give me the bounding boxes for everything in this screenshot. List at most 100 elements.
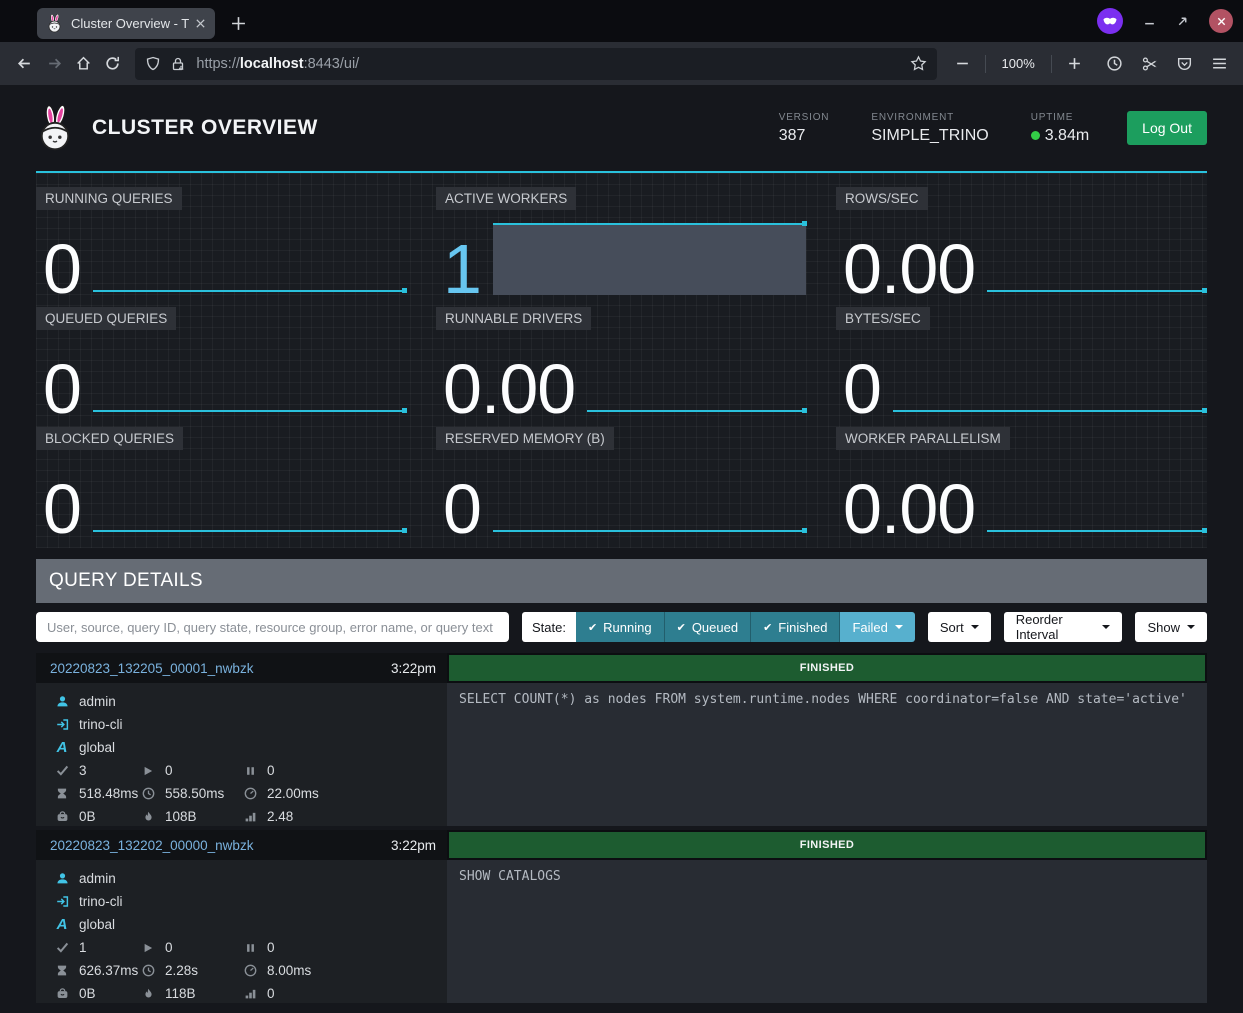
version-label: VERSION [779, 112, 830, 123]
metric-tile: ACTIVE WORKERS 1 [436, 187, 807, 298]
cpu-time: 8.00ms [267, 963, 311, 978]
user-icon [54, 872, 70, 885]
home-button[interactable] [71, 49, 96, 79]
query-id-link[interactable]: 20220823_132205_00001_nwbzk [50, 661, 253, 676]
close-button[interactable] [1209, 9, 1233, 33]
state-filter-group: State: ✔Running ✔Queued ✔Finished Failed [522, 612, 915, 642]
query-time: 3:22pm [391, 838, 436, 853]
query-id-link[interactable]: 20220823_132202_00000_nwbzk [50, 838, 253, 853]
tile-value: 1 [443, 244, 481, 295]
completed-splits-icon [54, 941, 70, 954]
reload-button[interactable] [100, 49, 125, 79]
tile-label: RUNNING QUERIES [36, 187, 182, 210]
query-status-strip: FINISHED [447, 653, 1207, 683]
resource-group-icon [54, 739, 70, 756]
back-button[interactable] [12, 49, 37, 79]
query-status-badge: FINISHED [449, 655, 1205, 681]
running-splits-icon [140, 942, 156, 954]
tile-sparkline [987, 530, 1206, 532]
browser-titlebar: Cluster Overview - Trino [0, 0, 1243, 42]
tiles-grid: RUNNING QUERIES 0 ACTIVE WORKERS 1 ROWS/… [36, 187, 1207, 538]
query-list: 20220823_132205_00001_nwbzk 3:22pm admin… [36, 653, 1207, 1003]
environment-label: ENVIRONMENT [871, 112, 988, 123]
zoom-level[interactable]: 100% [996, 56, 1041, 71]
trino-page: CLUSTER OVERVIEW VERSION 387 ENVIRONMENT… [0, 85, 1243, 1013]
check-icon: ✔ [677, 621, 686, 634]
page-header: CLUSTER OVERVIEW VERSION 387 ENVIRONMENT… [36, 85, 1207, 173]
tile-label: WORKER PARALLELISM [836, 427, 1010, 450]
chevron-down-icon [895, 625, 903, 629]
reorder-interval-button[interactable]: Reorder Interval [1004, 612, 1123, 642]
browser-window: Cluster Overview - Trino [0, 0, 1243, 1013]
history-icon[interactable] [1103, 49, 1127, 79]
brand: CLUSTER OVERVIEW [36, 105, 318, 151]
screenshot-scissors-icon[interactable] [1138, 49, 1162, 79]
tile-label: BLOCKED QUERIES [36, 427, 183, 450]
state-filter-label: State: [522, 612, 576, 642]
metric-tile: RUNNABLE DRIVERS 0.00 [436, 307, 807, 418]
tile-label: ROWS/SEC [836, 187, 928, 210]
tile-value: 0.00 [843, 484, 975, 535]
state-filter-running[interactable]: ✔Running [576, 612, 665, 642]
metric-tile: RUNNING QUERIES 0 [36, 187, 407, 298]
url-bar[interactable]: https://localhost:8443/ui/ [135, 48, 937, 80]
resource-group-icon [54, 916, 70, 933]
queued-splits-icon [242, 942, 258, 954]
tile-sparkline [987, 290, 1206, 292]
source-sign-in-icon [54, 718, 70, 731]
query-status-strip: FINISHED [447, 830, 1207, 860]
sort-button[interactable]: Sort [928, 612, 991, 642]
wall-time: 626.37ms [79, 963, 138, 978]
tile-value: 0 [843, 364, 881, 415]
new-tab-button[interactable] [231, 16, 246, 31]
tab-close-icon[interactable] [195, 18, 206, 29]
tile-sparkline [893, 410, 1206, 412]
environment-value: SIMPLE_TRINO [871, 127, 988, 145]
cumulative-memory-flame-icon [140, 987, 156, 1000]
state-filter-failed[interactable]: Failed [840, 612, 914, 642]
show-button[interactable]: Show [1135, 612, 1207, 642]
query-resource-group: global [79, 740, 115, 755]
query-sql-text: SHOW CATALOGS [447, 860, 1207, 1003]
page-title: CLUSTER OVERVIEW [92, 116, 318, 140]
wall-time: 518.48ms [79, 786, 138, 801]
logout-button[interactable]: Log Out [1127, 111, 1207, 145]
state-filter-finished[interactable]: ✔Finished [751, 612, 840, 642]
elapsed-time: 558.50ms [165, 786, 224, 801]
query-user: admin [79, 694, 116, 709]
metric-tile: RESERVED MEMORY (B) 0 [436, 427, 807, 538]
metrics-area: RUNNING QUERIES 0 ACTIVE WORKERS 1 ROWS/… [36, 173, 1207, 548]
minimize-button[interactable] [1143, 15, 1156, 28]
toolbar-separator [1051, 55, 1052, 73]
tile-sparkline [93, 410, 406, 412]
tile-value: 0 [443, 484, 481, 535]
chevron-down-icon [1187, 625, 1195, 629]
maximize-button[interactable] [1176, 15, 1189, 28]
query-search-input[interactable] [36, 612, 509, 642]
bookmark-star-icon[interactable] [910, 55, 927, 72]
parallelism-chart-icon [242, 987, 258, 1000]
query-row: 20220823_132202_00000_nwbzk 3:22pm admin… [36, 830, 1207, 1003]
elapsed-time-clock-icon [140, 964, 156, 977]
zoom-out-button[interactable] [949, 49, 974, 79]
trino-logo-icon [36, 105, 74, 151]
tracking-shield-icon[interactable] [145, 56, 161, 72]
running-splits: 0 [165, 940, 173, 955]
tile-value: 0 [43, 484, 81, 535]
menu-hamburger-icon[interactable] [1207, 49, 1231, 79]
zoom-in-button[interactable] [1062, 49, 1087, 79]
state-filter-queued[interactable]: ✔Queued [665, 612, 751, 642]
parallelism: 2.48 [267, 809, 293, 824]
uptime-value: 3.84m [1045, 127, 1089, 145]
current-memory: 0B [79, 986, 96, 1001]
tile-sparkline [493, 530, 806, 532]
cpu-time-gauge-icon [242, 964, 258, 977]
metric-tile: QUEUED QUERIES 0 [36, 307, 407, 418]
lock-warning-icon[interactable] [170, 56, 186, 72]
browser-tab[interactable]: Cluster Overview - Trino [37, 8, 215, 39]
pocket-icon[interactable] [1172, 49, 1196, 79]
forward-button[interactable] [41, 49, 66, 79]
header-stats: VERSION 387 ENVIRONMENT SIMPLE_TRINO UPT… [779, 112, 1089, 145]
uptime-status-dot [1031, 131, 1040, 140]
tile-sparkline [587, 410, 806, 412]
